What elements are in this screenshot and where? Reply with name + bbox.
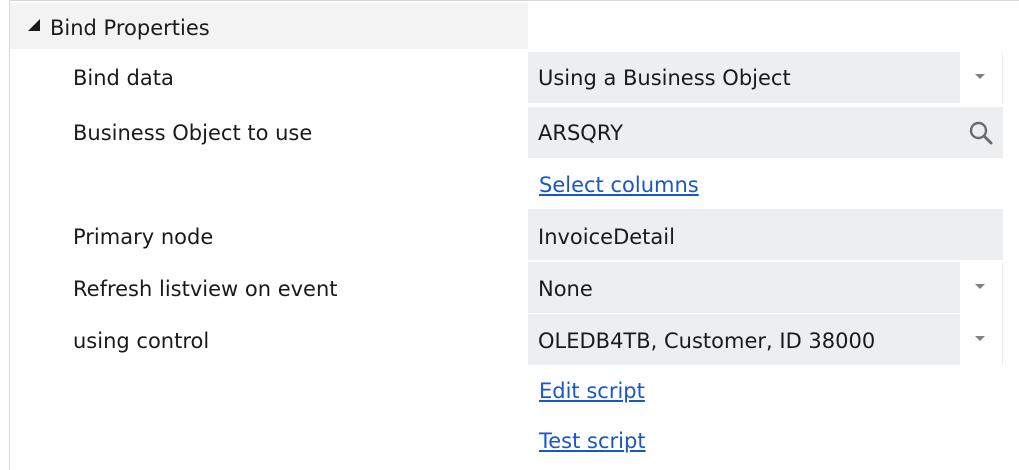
primary-node-value: InvoiceDetail [538,225,675,249]
refresh-listview-label: Refresh listview on event [73,277,338,301]
edit-script-link[interactable]: Edit script [539,377,645,405]
using-control-dropdown[interactable]: OLEDB4TB, Customer, ID 38000 [528,314,1003,365]
panel-top-border [10,0,1019,1]
section-title: Bind Properties [50,16,210,40]
chevron-down-icon[interactable] [960,52,1002,103]
using-control-label: using control [73,329,210,353]
business-object-value: ARSQRY [538,121,623,145]
bind-data-dropdown[interactable]: Using a Business Object [528,52,1003,103]
refresh-listview-value: None [538,277,593,301]
bind-properties-panel: Bind Properties Bind data Using a Busine… [0,0,1019,470]
bind-data-label: Bind data [73,66,174,90]
business-object-field[interactable]: ARSQRY [528,107,1003,158]
panel-left-border [9,0,10,470]
select-columns-link[interactable]: Select columns [539,171,699,199]
using-control-value: OLEDB4TB, Customer, ID 38000 [538,329,876,353]
bind-data-value: Using a Business Object [538,66,791,90]
test-script-link[interactable]: Test script [539,427,646,455]
primary-node-field[interactable]: InvoiceDetail [528,209,1003,260]
primary-node-label: Primary node [73,225,214,249]
chevron-down-icon[interactable] [960,262,1002,313]
chevron-down-icon[interactable] [960,314,1002,365]
search-icon[interactable] [959,107,1003,158]
business-object-label: Business Object to use [73,121,313,145]
refresh-listview-dropdown[interactable]: None [528,262,1003,313]
bind-properties-section-header[interactable]: Bind Properties [10,3,528,49]
collapse-triangle-icon[interactable] [28,19,40,31]
